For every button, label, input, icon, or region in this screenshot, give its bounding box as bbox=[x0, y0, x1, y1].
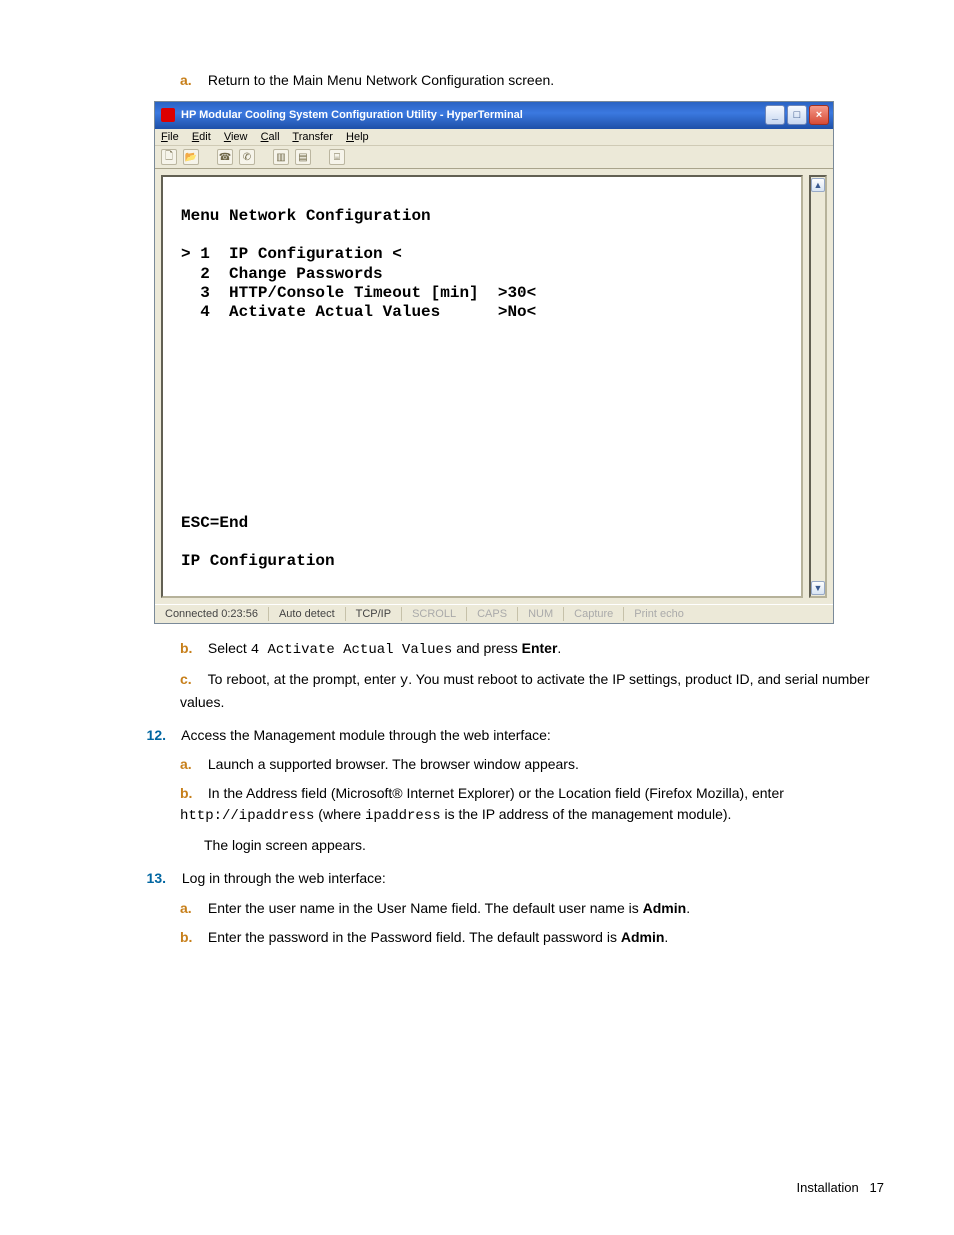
status-echo: Print echo bbox=[624, 607, 694, 621]
status-num: NUM bbox=[518, 607, 564, 621]
close-button[interactable]: × bbox=[809, 105, 829, 125]
statusbar: Connected 0:23:56 Auto detect TCP/IP SCR… bbox=[155, 604, 833, 623]
scrollbar[interactable]: ▲ ▼ bbox=[809, 175, 827, 598]
step-12b: b. In the Address field (Microsoft® Inte… bbox=[180, 783, 894, 827]
tool-open-icon[interactable]: 📂 bbox=[183, 149, 199, 165]
step-12-text: Access the Management module through the… bbox=[181, 727, 551, 743]
step-12b-line2: The login screen appears. bbox=[180, 835, 894, 856]
tool-new-icon[interactable]: 🗋 bbox=[161, 149, 177, 165]
status-auto: Auto detect bbox=[269, 607, 346, 621]
marker-12b: b. bbox=[180, 783, 194, 804]
minimize-button[interactable]: _ bbox=[765, 105, 785, 125]
step-a: a. Return to the Main Menu Network Confi… bbox=[180, 70, 894, 91]
marker-13a: a. bbox=[180, 898, 194, 919]
marker-13: 13. bbox=[144, 868, 166, 890]
step-12b-text: In the Address field (Microsoft® Interne… bbox=[180, 785, 784, 822]
menu-view[interactable]: View bbox=[224, 131, 248, 143]
maximize-button[interactable]: □ bbox=[787, 105, 807, 125]
status-caps: CAPS bbox=[467, 607, 518, 621]
marker-b: b. bbox=[180, 638, 194, 659]
marker-a: a. bbox=[180, 70, 194, 91]
hyperterminal-window: HP Modular Cooling System Configuration … bbox=[154, 101, 834, 624]
tool-properties-icon[interactable]: ⌸ bbox=[329, 149, 345, 165]
marker-c: c. bbox=[180, 669, 194, 690]
scroll-down-icon[interactable]: ▼ bbox=[811, 581, 825, 595]
window-controls: _ □ × bbox=[765, 105, 829, 125]
menu-call[interactable]: Call bbox=[261, 131, 280, 143]
step-13a: a. Enter the user name in the User Name … bbox=[180, 898, 894, 919]
marker-13b: b. bbox=[180, 927, 194, 948]
step-12a: a. Launch a supported browser. The brows… bbox=[180, 754, 894, 775]
page-footer: Installation 17 bbox=[797, 1180, 884, 1195]
marker-12a: a. bbox=[180, 754, 194, 775]
step-13b-text: Enter the password in the Password field… bbox=[208, 929, 668, 945]
menu-help[interactable]: Help bbox=[346, 131, 369, 143]
tool-send-icon[interactable]: ▥ bbox=[273, 149, 289, 165]
tool-receive-icon[interactable]: ▤ bbox=[295, 149, 311, 165]
tool-connect-icon[interactable]: ☎ bbox=[217, 149, 233, 165]
step-13a-text: Enter the user name in the User Name fie… bbox=[208, 900, 690, 916]
step-12: 12. Access the Management module through… bbox=[144, 725, 894, 747]
step-13-text: Log in through the web interface: bbox=[182, 870, 386, 886]
toolbar: 🗋 📂 ☎ ✆ ▥ ▤ ⌸ bbox=[155, 146, 833, 169]
status-capture: Capture bbox=[564, 607, 624, 621]
status-scroll: SCROLL bbox=[402, 607, 467, 621]
step-12a-text: Launch a supported browser. The browser … bbox=[208, 756, 579, 772]
step-13b: b. Enter the password in the Password fi… bbox=[180, 927, 894, 948]
scroll-up-icon[interactable]: ▲ bbox=[811, 178, 825, 192]
step-a-text: Return to the Main Menu Network Configur… bbox=[208, 72, 554, 88]
menubar[interactable]: File Edit View Call Transfer Help bbox=[155, 129, 833, 146]
step-c-text: To reboot, at the prompt, enter y. You m… bbox=[180, 671, 870, 710]
step-b-text: Select 4 Activate Actual Values and pres… bbox=[208, 640, 561, 656]
window-title: HP Modular Cooling System Configuration … bbox=[181, 109, 523, 121]
menu-edit[interactable]: Edit bbox=[192, 131, 211, 143]
tool-disconnect-icon[interactable]: ✆ bbox=[239, 149, 255, 165]
app-icon bbox=[161, 108, 175, 122]
step-c: c. To reboot, at the prompt, enter y. Yo… bbox=[180, 669, 894, 713]
step-13: 13. Log in through the web interface: bbox=[144, 868, 894, 890]
marker-12: 12. bbox=[144, 725, 166, 747]
step-b: b. Select 4 Activate Actual Values and p… bbox=[180, 638, 894, 661]
status-connected: Connected 0:23:56 bbox=[155, 607, 269, 621]
document-page: a. Return to the Main Menu Network Confi… bbox=[0, 0, 954, 1235]
menu-file[interactable]: File bbox=[161, 131, 179, 143]
menu-transfer[interactable]: Transfer bbox=[292, 131, 333, 143]
status-proto: TCP/IP bbox=[346, 607, 402, 621]
terminal-output[interactable]: Menu Network Configuration > 1 IP Config… bbox=[161, 175, 803, 598]
window-titlebar[interactable]: HP Modular Cooling System Configuration … bbox=[155, 102, 833, 129]
